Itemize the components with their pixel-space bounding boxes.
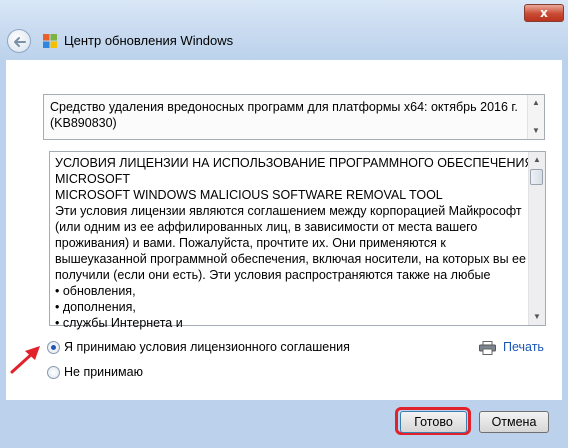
license-line: MICROSOFT [55, 172, 130, 186]
license-line: • дополнения, [55, 300, 136, 314]
license-text: УСЛОВИЯ ЛИЦЕНЗИИ НА ИСПОЛЬЗОВАНИЕ ПРОГРА… [55, 155, 534, 331]
red-pointer-arrow-icon [10, 346, 40, 374]
license-line: • обновления, [55, 284, 136, 298]
accept-radio[interactable] [47, 341, 60, 354]
license-line: • службы Интернета и [55, 316, 183, 330]
license-line: (или одним из ее аффилированных лиц, в з… [55, 220, 478, 234]
license-line: Эти условия лицензии являются соглашение… [55, 204, 522, 218]
scroll-up-icon: ▲ [532, 98, 540, 107]
radio-selected-dot [51, 345, 56, 350]
license-line: вышеуказанной программной обеспечения, в… [55, 252, 526, 266]
windows-update-icon [43, 34, 57, 48]
license-line: проживания) и вами. Пожалуйста, прочтите… [55, 236, 446, 250]
back-button[interactable] [7, 29, 31, 53]
decline-radio[interactable] [47, 366, 60, 379]
license-text-box[interactable]: УСЛОВИЯ ЛИЦЕНЗИИ НА ИСПОЛЬЗОВАНИЕ ПРОГРА… [49, 151, 546, 330]
cancel-button[interactable]: Отмена [479, 411, 549, 433]
scroll-thumb[interactable] [530, 169, 543, 185]
license-line: УСЛОВИЯ ЛИЦЕНЗИИ НА ИСПОЛЬЗОВАНИЕ ПРОГРА… [55, 156, 534, 170]
update-name: Средство удаления вредоносных программ д… [50, 100, 518, 130]
ok-button[interactable]: Готово [400, 411, 467, 433]
license-scrollbar[interactable]: ▲ ▼ [528, 152, 545, 325]
decline-label[interactable]: Не принимаю [64, 365, 143, 379]
scroll-up-icon[interactable]: ▲ [529, 152, 545, 168]
license-line: MICROSOFT WINDOWS MALICIOUS SOFTWARE REM… [55, 188, 443, 202]
scroll-down-icon[interactable]: ▼ [529, 309, 545, 325]
accept-label[interactable]: Я принимаю условия лицензионного соглаше… [64, 340, 350, 354]
update-name-scrollbar: ▲ ▼ [527, 95, 544, 139]
scroll-down-icon: ▼ [532, 126, 540, 135]
license-line: получили (если они есть). Эти условия ра… [55, 268, 491, 282]
update-name-box: Средство удаления вредоносных программ д… [43, 94, 545, 140]
printer-icon [479, 341, 496, 355]
close-button[interactable]: x [524, 4, 564, 22]
back-arrow-icon [14, 37, 26, 47]
print-label[interactable]: Печать [503, 340, 544, 354]
window-title: Центр обновления Windows [64, 33, 234, 48]
